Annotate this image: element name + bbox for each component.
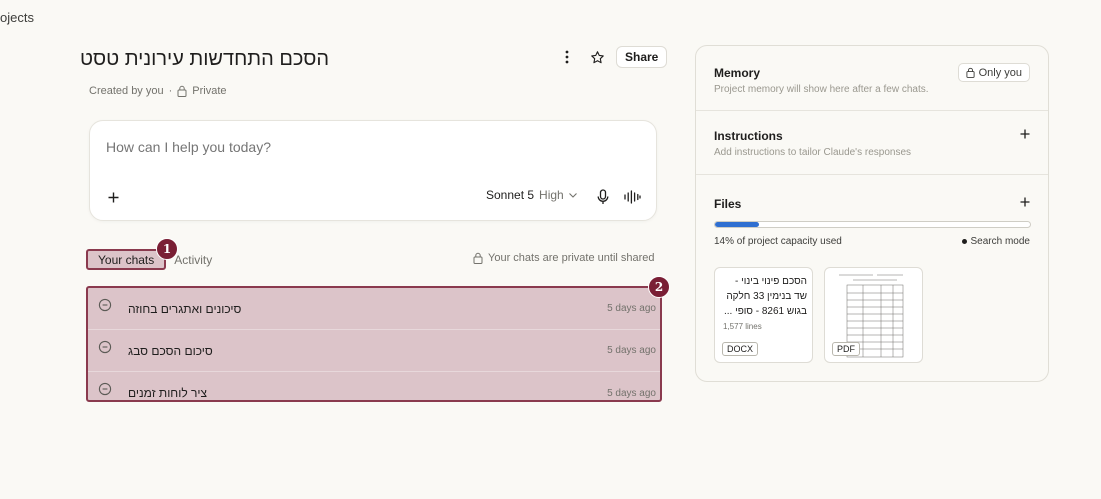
- capacity-label: 14% of project capacity used: [714, 236, 842, 247]
- breadcrumb[interactable]: ojects: [0, 10, 34, 25]
- file-line-count: 1,577 lines: [723, 322, 762, 331]
- voice-waveform-icon: [623, 190, 641, 204]
- capacity-bar: [714, 221, 1031, 228]
- instructions-title: Instructions: [714, 129, 783, 143]
- file-title: הסכם פינוי בינוי - שד בנימין 33 חלקה בגו…: [724, 276, 807, 317]
- annotation-badge-2: 2: [648, 276, 670, 298]
- more-options-button[interactable]: [556, 46, 578, 68]
- voice-mode-button[interactable]: [621, 186, 643, 208]
- plus-icon: [108, 192, 119, 203]
- search-mode-indicator[interactable]: Search mode: [961, 236, 1030, 247]
- file-card-docx[interactable]: הסכם פינוי בינוי - שד בנימין 33 חלקה בגו…: [714, 267, 813, 363]
- star-icon: [590, 50, 604, 63]
- chat-tabs: Your chats Activity: [86, 249, 212, 270]
- chat-input[interactable]: [106, 139, 606, 155]
- chat-composer: Sonnet 5 High: [89, 120, 657, 221]
- file-type-badge: PDF: [832, 342, 860, 356]
- lock-icon: [473, 252, 483, 264]
- privacy-note: Your chats are private until shared: [473, 252, 655, 264]
- only-you-label: Only you: [978, 66, 1022, 79]
- chat-title: סיכונים ואתגרים בחוזה: [128, 301, 242, 316]
- tab-your-chats[interactable]: Your chats: [86, 249, 167, 270]
- privacy-note-text: Your chats are private until shared: [488, 252, 655, 264]
- model-selector[interactable]: Sonnet 5 High: [486, 188, 577, 202]
- status-dot-icon: [961, 239, 967, 244]
- created-by-label: Created by you: [89, 85, 164, 97]
- more-vertical-icon: [565, 50, 569, 64]
- microphone-button[interactable]: [592, 186, 614, 208]
- chat-title: ציר לוחות זמנים: [128, 386, 208, 400]
- microphone-icon: [597, 189, 609, 204]
- share-button[interactable]: Share: [616, 46, 668, 68]
- chat-title: סיכום הסכם סבג: [128, 343, 213, 358]
- list-item[interactable]: ציר לוחות זמנים 5 days ago: [88, 372, 660, 414]
- search-mode-label: Search mode: [970, 236, 1030, 247]
- add-attachment-button[interactable]: [108, 187, 119, 208]
- plus-icon: [1020, 129, 1030, 139]
- model-effort: High: [539, 188, 564, 202]
- capacity-bar-fill: [715, 222, 760, 227]
- instructions-subtitle: Add instructions to tailor Claude's resp…: [714, 147, 912, 158]
- visibility-label: Private: [192, 85, 227, 97]
- annotation-badge-1: 1: [156, 238, 178, 260]
- lock-icon: [177, 85, 187, 97]
- star-button[interactable]: [586, 46, 608, 68]
- files-title: Files: [714, 197, 742, 211]
- page-title: הסכם התחדשות עירונית טסט: [79, 48, 329, 70]
- add-file-button[interactable]: [1020, 194, 1030, 211]
- chat-timestamp: 5 days ago: [607, 303, 656, 314]
- lock-icon: [966, 67, 975, 78]
- chat-list: סיכונים ואתגרים בחוזה 5 days ago סיכום ה…: [86, 286, 662, 402]
- chat-bubble-icon: [98, 298, 112, 312]
- list-item[interactable]: סיכונים ואתגרים בחוזה 5 days ago: [88, 288, 660, 330]
- chat-bubble-icon: [98, 340, 112, 354]
- chat-timestamp: 5 days ago: [607, 387, 656, 399]
- meta-separator: ·: [168, 85, 173, 97]
- chevron-down-icon: [568, 192, 577, 198]
- project-meta: Created by you · Private: [89, 85, 227, 97]
- memory-subtitle: Project memory will show here after a fe…: [714, 84, 929, 95]
- add-instructions-button[interactable]: [1020, 126, 1030, 143]
- project-side-panel: Memory Project memory will show here aft…: [695, 45, 1049, 382]
- file-type-badge: DOCX: [722, 342, 759, 356]
- divider: [696, 110, 1048, 111]
- title-actions: Share: [556, 46, 668, 68]
- tab-activity[interactable]: Activity: [174, 253, 212, 267]
- file-card-pdf[interactable]: PDF: [824, 267, 923, 363]
- plus-icon: [1020, 197, 1030, 207]
- memory-visibility-button[interactable]: Only you: [957, 63, 1030, 82]
- list-item[interactable]: סיכום הסכם סבג 5 days ago: [88, 330, 660, 372]
- divider: [696, 174, 1048, 175]
- chat-timestamp: 5 days ago: [607, 345, 656, 356]
- memory-title: Memory: [714, 66, 761, 80]
- chat-bubble-icon: [98, 382, 112, 396]
- model-name: Sonnet 5: [486, 188, 535, 202]
